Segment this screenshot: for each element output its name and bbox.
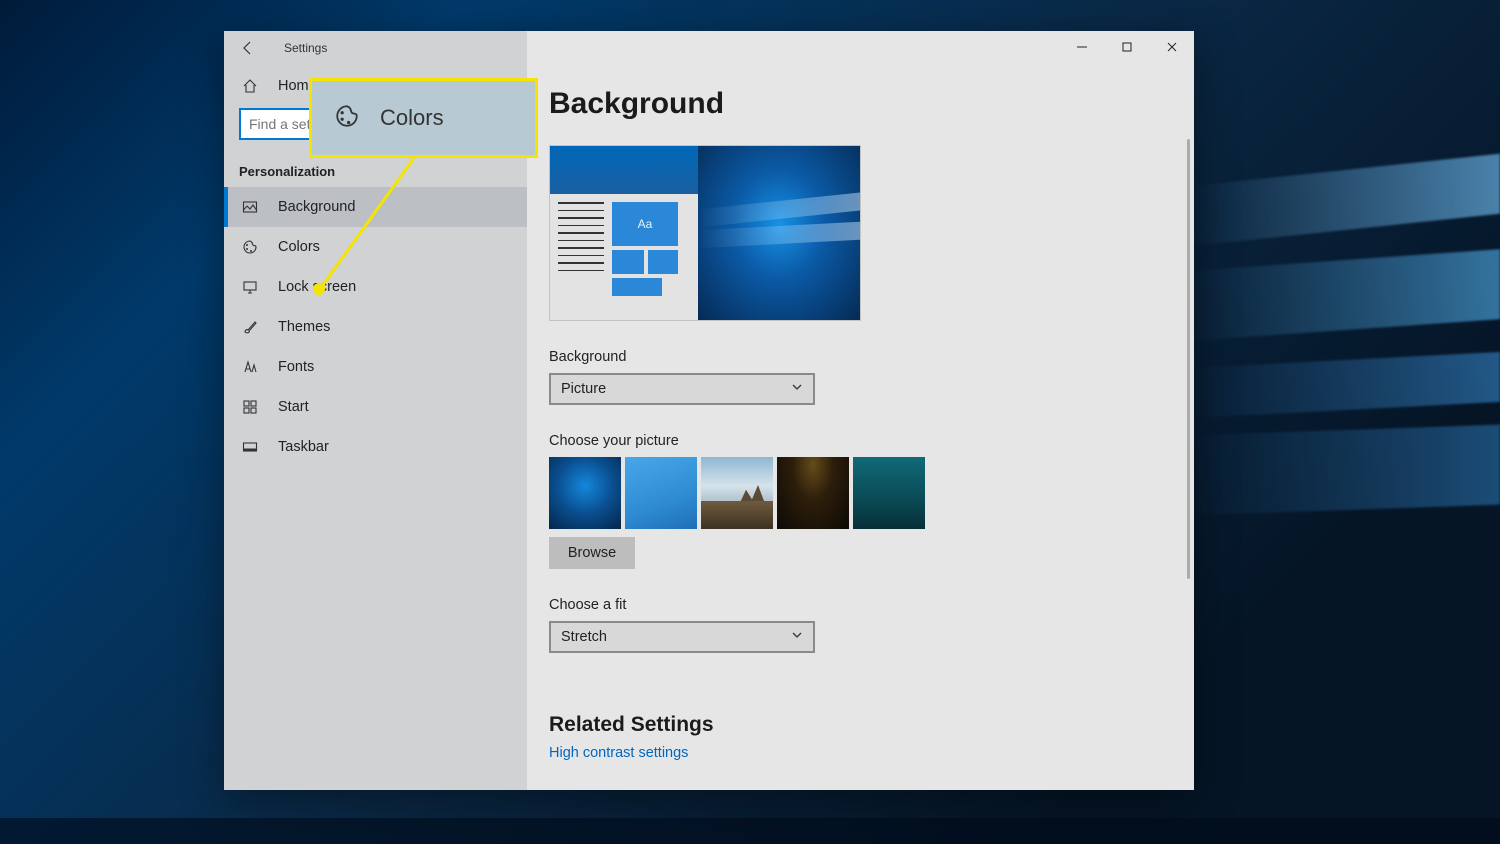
picture-thumb[interactable] [853, 457, 925, 529]
brush-icon [242, 319, 258, 335]
callout-dot [313, 283, 325, 295]
page-heading: Background [549, 87, 1172, 121]
chevron-down-icon [791, 381, 803, 397]
sidebar-item-themes[interactable]: Themes [224, 307, 527, 347]
fit-label: Choose a fit [549, 597, 1172, 613]
titlebar-left: Settings [224, 31, 527, 64]
fit-dropdown[interactable]: Stretch [549, 621, 815, 653]
start-icon [242, 399, 258, 415]
desktop-ray [1190, 249, 1500, 341]
background-value: Picture [561, 381, 606, 397]
callout-box: Colors [309, 78, 538, 158]
choose-picture-label: Choose your picture [549, 433, 1172, 449]
sidebar-item-label: Start [278, 399, 309, 415]
taskbar-icon [242, 439, 258, 455]
picture-icon [242, 199, 258, 215]
browse-button[interactable]: Browse [549, 537, 635, 569]
callout-label: Colors [380, 105, 444, 131]
sidebar-item-label: Taskbar [278, 439, 329, 455]
back-button[interactable] [238, 38, 258, 58]
callout-line [309, 153, 429, 298]
desktop-ray [1190, 425, 1500, 516]
content-area: Background Aa [527, 31, 1194, 790]
desktop-ray [1190, 154, 1500, 247]
sidebar: Settings Home Personalization Background… [224, 31, 527, 790]
home-icon [242, 78, 258, 94]
main-panel: Background Aa [527, 31, 1194, 790]
picture-thumb[interactable] [701, 457, 773, 529]
close-button[interactable] [1149, 31, 1194, 63]
window-title: Settings [284, 41, 327, 55]
picture-thumb[interactable] [777, 457, 849, 529]
minimize-button[interactable] [1059, 31, 1104, 63]
picture-thumbnails [549, 457, 1172, 529]
background-dropdown[interactable]: Picture [549, 373, 815, 405]
desktop-preview: Aa [549, 145, 861, 321]
picture-thumb[interactable] [625, 457, 697, 529]
picture-thumb[interactable] [549, 457, 621, 529]
preview-wallpaper [698, 146, 860, 320]
settings-window: Settings Home Personalization Background… [224, 31, 1194, 790]
sidebar-item-start[interactable]: Start [224, 387, 527, 427]
palette-icon [242, 239, 258, 255]
fit-value: Stretch [561, 629, 607, 645]
sidebar-item-taskbar[interactable]: Taskbar [224, 427, 527, 467]
related-settings-heading: Related Settings [549, 713, 1172, 737]
desktop-ray [1190, 352, 1500, 418]
high-contrast-link[interactable]: High contrast settings [549, 745, 688, 761]
background-label: Background [549, 349, 1172, 365]
font-icon [242, 359, 258, 375]
sidebar-item-label: Themes [278, 319, 330, 335]
chevron-down-icon [791, 629, 803, 645]
preview-sample-text: Aa [612, 202, 678, 246]
monitor-icon [242, 279, 258, 295]
palette-icon [334, 103, 360, 134]
sidebar-item-fonts[interactable]: Fonts [224, 347, 527, 387]
taskbar[interactable] [0, 818, 1500, 844]
window-controls [1059, 31, 1194, 63]
scrollbar[interactable] [1187, 139, 1190, 579]
sidebar-item-label: Fonts [278, 359, 314, 375]
preview-window: Aa [550, 146, 698, 320]
maximize-button[interactable] [1104, 31, 1149, 63]
